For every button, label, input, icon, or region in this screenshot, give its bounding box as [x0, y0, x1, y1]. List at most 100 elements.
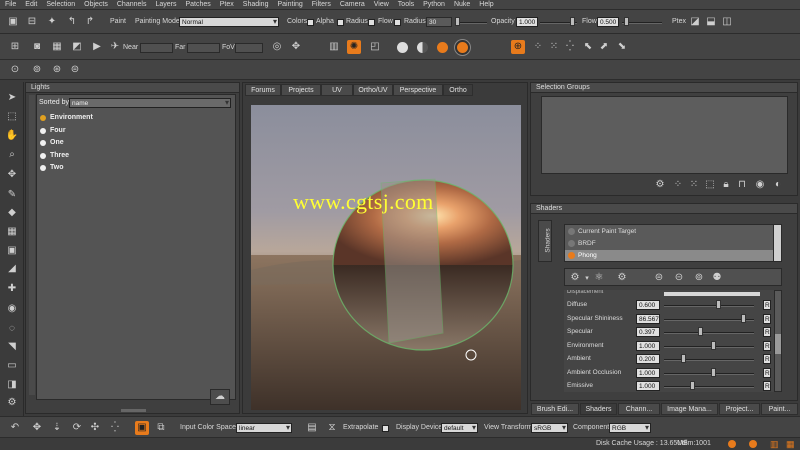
- rotate-icon[interactable]: ⟳: [70, 421, 84, 435]
- menu-item-file[interactable]: File: [5, 1, 16, 8]
- prop-slider[interactable]: [664, 332, 754, 334]
- shader-icon-6[interactable]: ⊚: [692, 271, 706, 285]
- prop-value-field[interactable]: 0.397: [636, 327, 660, 337]
- vertex-icon-2[interactable]: ⁙: [547, 40, 561, 54]
- move-icon[interactable]: ✥: [5, 168, 19, 182]
- new-file-icon[interactable]: ▣: [6, 15, 20, 29]
- prop-value-field[interactable]: 86.567: [636, 313, 660, 324]
- menu-item-nuke[interactable]: Nuke: [454, 1, 470, 8]
- pointer-icon[interactable]: ✦: [45, 15, 59, 29]
- light-item[interactable]: Environment: [37, 112, 235, 125]
- menu-item-filters[interactable]: Filters: [312, 1, 331, 8]
- box-icon[interactable]: ◩: [70, 40, 84, 54]
- status-record-icon[interactable]: [728, 440, 736, 448]
- prop-value-field[interactable]: 0.600: [636, 300, 660, 310]
- light-item[interactable]: Four: [37, 125, 235, 138]
- sphere-half-icon[interactable]: [417, 42, 428, 53]
- shader-dup-icon[interactable]: ⚛: [592, 271, 606, 285]
- save-icon[interactable]: ⊟: [25, 15, 39, 29]
- shader-icon-4[interactable]: ⊜: [652, 271, 666, 285]
- play-icon[interactable]: ▶: [90, 40, 104, 54]
- lasso-icon[interactable]: ⬚: [5, 110, 19, 124]
- select-icon-3[interactable]: ⬊: [615, 40, 629, 54]
- eye-icon-4[interactable]: ⊜: [68, 63, 82, 77]
- panel-grip[interactable]: [121, 409, 146, 412]
- sg-visibility-icon[interactable]: ◐: [771, 178, 785, 192]
- doc-icon[interactable]: ▤: [305, 421, 319, 435]
- menu-item-help[interactable]: Help: [479, 1, 493, 8]
- light-icon[interactable]: ◎: [270, 40, 284, 54]
- viewport-canvas[interactable]: www.cgtsj.com: [251, 105, 521, 410]
- smear-icon[interactable]: ◢: [5, 262, 19, 276]
- sorted-by-select[interactable]: name: [69, 98, 231, 108]
- menu-item-objects[interactable]: Objects: [84, 1, 108, 8]
- prop-reset-button[interactable]: R: [763, 313, 771, 324]
- filter-icon[interactable]: ⧖: [325, 421, 339, 435]
- menu-item-python[interactable]: Python: [423, 1, 445, 8]
- prop-slider[interactable]: [664, 345, 754, 348]
- drop-icon[interactable]: ◆: [5, 206, 19, 220]
- alpha-checkbox[interactable]: [337, 19, 344, 26]
- sg-unlock-icon[interactable]: ⊓: [735, 178, 749, 192]
- menu-item-camera[interactable]: Camera: [340, 1, 365, 8]
- prop-slider-thumb[interactable]: [741, 313, 747, 323]
- undo-icon[interactable]: ↶: [8, 421, 22, 435]
- select-icon-2[interactable]: ⬈: [597, 40, 611, 54]
- eraser-icon[interactable]: ◥: [5, 340, 19, 354]
- panel-tab-project[interactable]: Project...: [719, 403, 760, 415]
- cube-icon[interactable]: ▦: [50, 40, 64, 54]
- ptex-icon-2[interactable]: ⬓: [704, 15, 718, 29]
- prop-slider-thumb[interactable]: [715, 300, 721, 309]
- viewport-tab-orthouv[interactable]: Ortho/UV: [353, 84, 393, 96]
- painting-mode-select[interactable]: Normal: [179, 17, 279, 27]
- far-field[interactable]: [187, 43, 220, 53]
- radius-slider[interactable]: [460, 22, 487, 24]
- flow-slider-thumb[interactable]: [624, 17, 629, 26]
- select-icon-1[interactable]: ⬉: [581, 40, 595, 54]
- prop-reset-button[interactable]: R: [763, 381, 771, 391]
- swatch-icon[interactable]: ◨: [5, 378, 19, 392]
- sg-lock-icon[interactable]: 🔒︎: [719, 178, 733, 192]
- sg-eye-icon[interactable]: ◉: [753, 178, 767, 192]
- status-chart-icon-2[interactable]: ▦: [786, 439, 795, 450]
- prop-slider-thumb[interactable]: [689, 381, 695, 390]
- light-item[interactable]: One: [37, 137, 235, 150]
- redo-tool-icon[interactable]: ↱: [83, 15, 97, 29]
- prop-slider-thumb[interactable]: [711, 340, 717, 350]
- shader-list-scroll[interactable]: [773, 224, 782, 262]
- props-scroll-thumb[interactable]: [775, 334, 781, 354]
- eye-icon-3[interactable]: ⊛: [50, 63, 64, 77]
- sphere-orange-icon[interactable]: [437, 42, 448, 53]
- prop-reset-button[interactable]: R: [763, 300, 771, 310]
- vertex-icon-1[interactable]: ⁘: [531, 40, 545, 54]
- shader-item[interactable]: BRDF: [565, 238, 774, 249]
- shader-icon-7[interactable]: ⚉: [710, 271, 724, 285]
- prop-value-field[interactable]: 1.000: [636, 381, 660, 391]
- prop-slider-thumb[interactable]: [681, 354, 687, 363]
- layers-icon[interactable]: ⧉: [154, 421, 168, 435]
- panel-tab-chann[interactable]: Chann...: [618, 403, 660, 415]
- prop-slider-thumb[interactable]: [711, 367, 717, 377]
- prop-value-field[interactable]: 1.000: [636, 367, 660, 378]
- colors-checkbox[interactable]: [307, 19, 314, 26]
- sg-face-icon[interactable]: ⁙: [687, 178, 701, 192]
- zoom-icon[interactable]: ⌕: [5, 148, 19, 162]
- near-field[interactable]: [140, 43, 173, 53]
- transform-icon[interactable]: ✣: [88, 421, 102, 435]
- add-light-icon[interactable]: ☁: [210, 389, 230, 405]
- pin-icon[interactable]: ✚: [5, 282, 19, 296]
- light-item[interactable]: Two: [37, 162, 235, 175]
- menu-item-selection[interactable]: Selection: [46, 1, 75, 8]
- radius-field[interactable]: 30: [426, 17, 452, 27]
- menu-item-tools[interactable]: Tools: [398, 1, 414, 8]
- panel-tab-brushedi[interactable]: Brush Edi...: [531, 403, 579, 415]
- sphere-orange-active-icon[interactable]: [455, 40, 470, 55]
- shader-icon-3[interactable]: ⚙: [615, 271, 629, 285]
- blur-icon[interactable]: ◌: [5, 322, 19, 336]
- target-icon[interactable]: ✥: [289, 40, 303, 54]
- dots-icon[interactable]: ⁛: [108, 421, 122, 435]
- extrapolate-checkbox[interactable]: [382, 425, 389, 432]
- shader-item[interactable]: Phong: [565, 250, 774, 261]
- sphere-grey-icon[interactable]: [397, 42, 408, 53]
- ptex-icon-3[interactable]: ◫: [720, 15, 734, 29]
